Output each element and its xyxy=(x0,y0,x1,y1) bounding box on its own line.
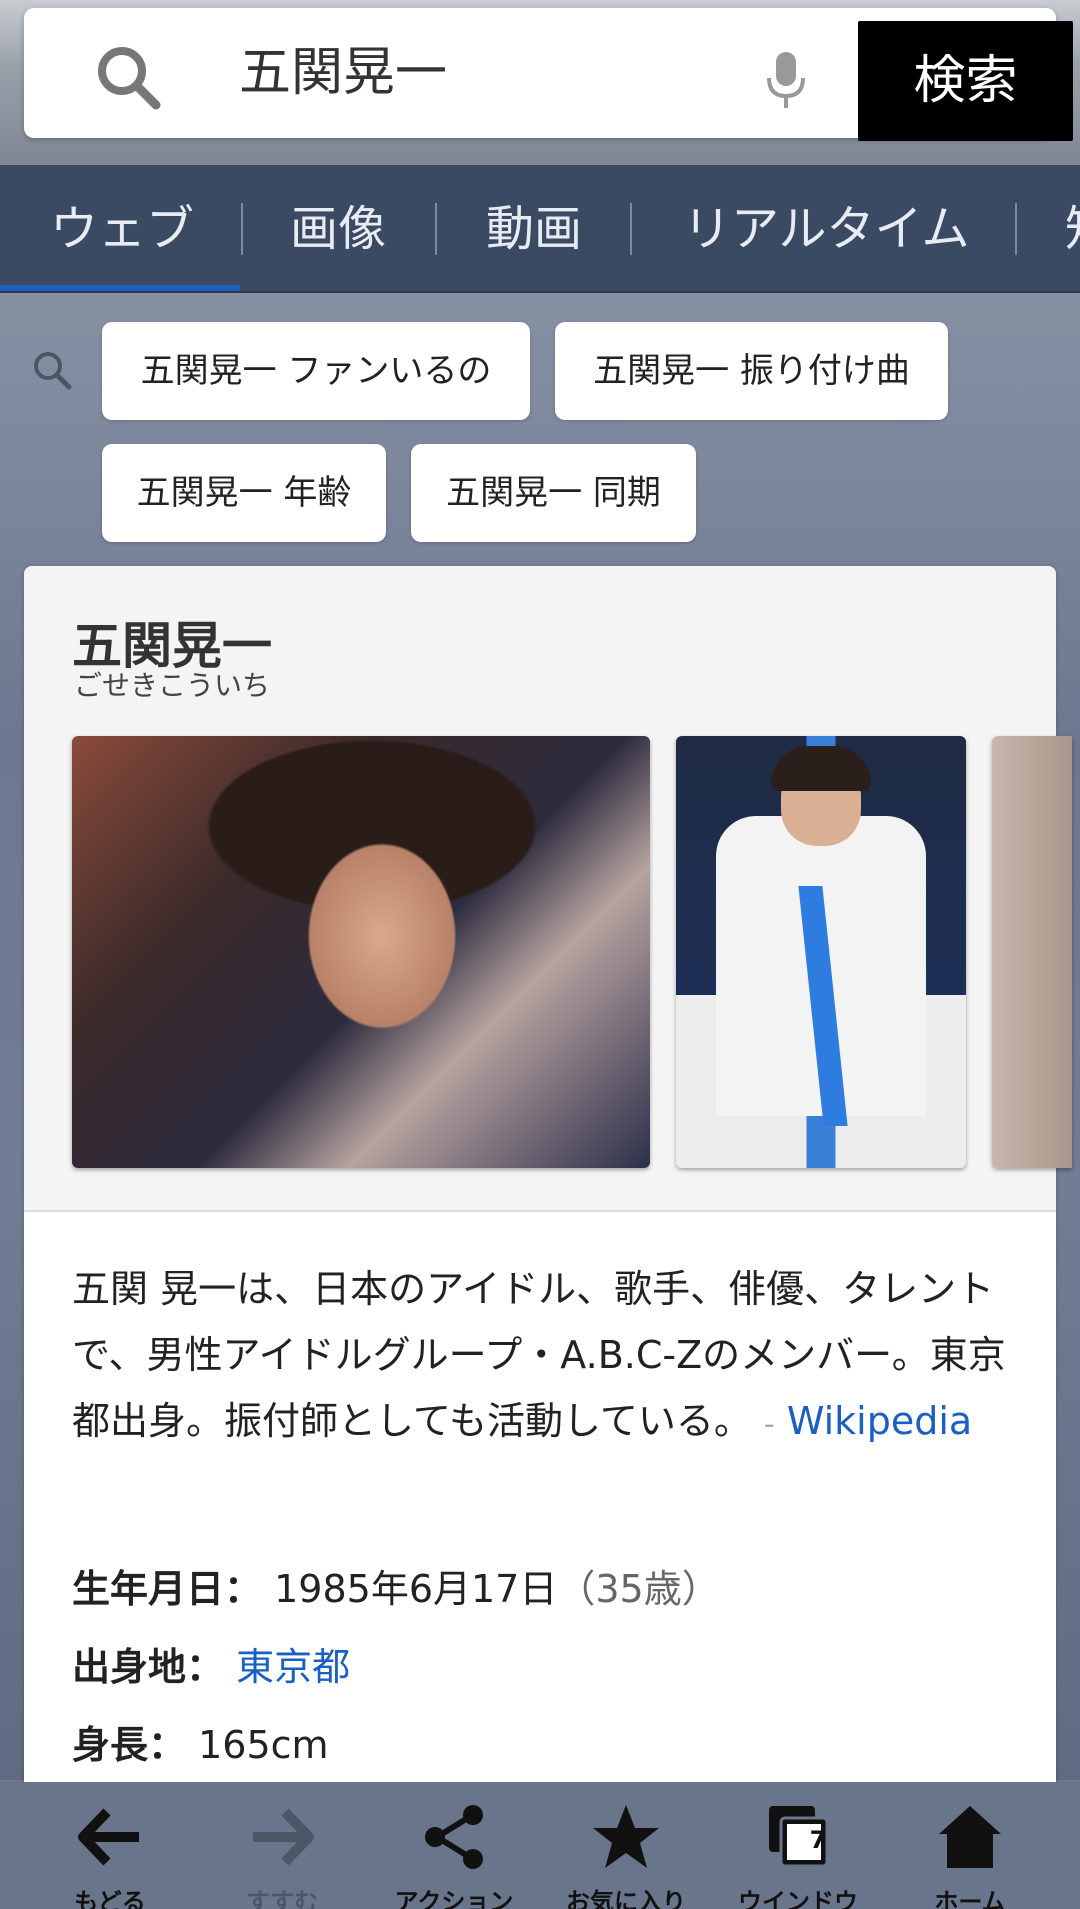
tab-divider xyxy=(241,203,243,255)
tab-videos[interactable]: 動画 xyxy=(486,165,582,293)
favorites-label: お気に入り xyxy=(566,1888,686,1909)
knowledge-panel: 五関晃一 ごせきこういち 五関 晃一は、日本のアイドル、歌手、俳優、タレントで、… xyxy=(24,566,1072,1796)
window-count: 7 xyxy=(809,1826,827,1854)
fact-label: 身長： xyxy=(72,1723,187,1767)
fact-birthplace: 出身地： 東京都 xyxy=(72,1636,350,1691)
arrow-right-icon xyxy=(253,1808,314,1866)
fact-birthdate: 生年月日： 1985年6月17日（35歳） xyxy=(72,1558,720,1613)
favorites-button[interactable]: お気に入り xyxy=(546,1782,706,1909)
back-label: もどる xyxy=(74,1888,146,1909)
photo-subject-hair xyxy=(771,746,871,791)
window-label: ウインドウ xyxy=(738,1888,858,1909)
forward-button[interactable]: すすむ xyxy=(202,1782,362,1909)
share-icon xyxy=(425,1805,483,1869)
knowledge-panel-header: 五関晃一 ごせきこういち xyxy=(24,566,1072,1212)
action-label: アクション xyxy=(394,1888,514,1909)
tab-realtime[interactable]: リアルタイム xyxy=(683,165,970,293)
tab-knowledge[interactable]: 知 xyxy=(1065,165,1080,293)
arrow-left-icon xyxy=(78,1808,139,1866)
tab-divider xyxy=(1015,203,1017,255)
action-button[interactable]: アクション xyxy=(374,1782,534,1909)
home-icon xyxy=(939,1806,1001,1868)
wikipedia-link[interactable]: Wikipedia xyxy=(787,1399,972,1443)
tab-bar-border xyxy=(0,291,1080,293)
fact-value: 1985年6月17日 xyxy=(274,1567,558,1611)
search-button[interactable]: 検索 xyxy=(858,21,1073,141)
search-input[interactable]: 五関晃一 xyxy=(239,38,739,108)
search-type-tabs: ウェブ 画像 動画 リアルタイム 知 xyxy=(0,165,1080,293)
fact-age: （35歳） xyxy=(557,1567,720,1611)
entity-description: 五関 晃一は、日本のアイドル、歌手、俳優、タレントで、男性アイドルグループ・A.… xyxy=(72,1256,1012,1458)
tab-web[interactable]: ウェブ xyxy=(50,165,194,293)
birthplace-link[interactable]: 東京都 xyxy=(236,1645,350,1689)
suggestion-chip[interactable]: 五関晃一 年齢 xyxy=(102,444,386,542)
window-button[interactable]: 7 ウインドウ xyxy=(718,1782,878,1909)
suggestion-chip[interactable]: 五関晃一 ファンいるの xyxy=(102,322,530,420)
fact-label: 生年月日： xyxy=(72,1567,263,1611)
fact-height: 身長： 165cm xyxy=(72,1714,329,1769)
fact-value: 165cm xyxy=(198,1723,329,1767)
tab-divider xyxy=(630,203,632,255)
entity-photo[interactable] xyxy=(72,736,650,1168)
forward-label: すすむ xyxy=(246,1888,318,1909)
back-button[interactable]: もどる xyxy=(30,1782,190,1909)
tab-divider xyxy=(435,203,437,255)
search-icon[interactable] xyxy=(94,43,164,113)
entity-reading: ごせきこういち xyxy=(74,669,271,702)
search-bar: 五関晃一 検索 xyxy=(24,8,1073,141)
home-label: ホーム xyxy=(934,1888,1006,1909)
browser-toolbar: もどる すすむ アクション お気に入り 7 ウインドウ ホーム xyxy=(0,1782,1080,1909)
entity-photo[interactable] xyxy=(992,736,1072,1168)
search-icon xyxy=(34,352,72,390)
entity-photo[interactable] xyxy=(676,736,966,1168)
microphone-icon[interactable] xyxy=(764,50,808,110)
suggestion-chip[interactable]: 五関晃一 振り付け曲 xyxy=(555,322,948,420)
home-button[interactable]: ホーム xyxy=(890,1782,1050,1909)
fact-label: 出身地： xyxy=(72,1645,225,1689)
tab-images[interactable]: 画像 xyxy=(290,165,386,293)
suggestion-chip[interactable]: 五関晃一 同期 xyxy=(411,444,696,542)
star-icon xyxy=(593,1805,659,1868)
source-separator: - xyxy=(763,1407,775,1442)
